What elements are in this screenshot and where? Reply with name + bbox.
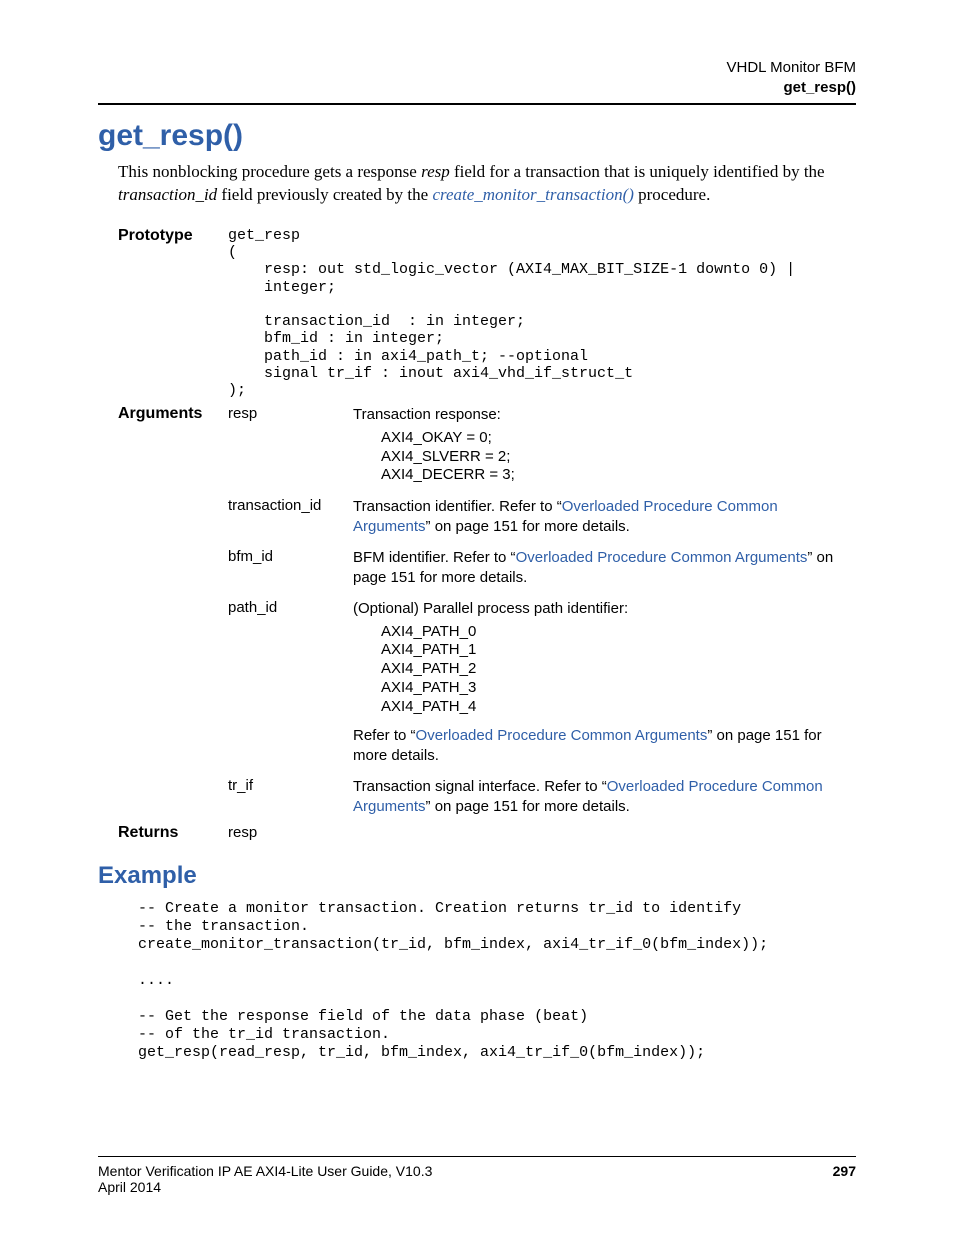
footer-rule	[98, 1156, 856, 1157]
prototype-label: Prototype	[118, 227, 228, 400]
footer-doc-title: Mentor Verification IP AE AXI4-Lite User…	[98, 1163, 432, 1179]
arg-path-id: path_id (Optional) Parallel process path…	[228, 599, 856, 765]
arguments-row: Arguments resp Transaction response: AXI…	[118, 405, 856, 816]
create-monitor-transaction-link[interactable]: create_monitor_transaction()	[432, 185, 633, 204]
page-number: 297	[833, 1163, 856, 1179]
prototype-code: get_resp ( resp: out std_logic_vector (A…	[228, 227, 795, 400]
arguments-label: Arguments	[118, 405, 228, 816]
arg-tr-if: tr_if Transaction signal interface. Refe…	[228, 777, 856, 816]
xref-link[interactable]: Overloaded Procedure Common Arguments	[416, 727, 708, 744]
intro-paragraph: This nonblocking procedure gets a respon…	[118, 161, 856, 207]
returns-row: Returns resp	[118, 824, 856, 842]
xref-link[interactable]: Overloaded Procedure Common Arguments	[516, 549, 808, 566]
page-footer: Mentor Verification IP AE AXI4-Lite User…	[98, 1156, 856, 1195]
footer-date: April 2014	[98, 1179, 856, 1195]
arg-bfm-id: bfm_id BFM identifier. Refer to “Overloa…	[228, 548, 856, 587]
running-header: VHDL Monitor BFM get_resp()	[98, 58, 856, 97]
arg-resp: resp Transaction response: AXI4_OKAY = 0…	[228, 405, 856, 485]
header-section: get_resp()	[98, 78, 856, 98]
page-title: get_resp()	[98, 119, 856, 153]
header-chapter: VHDL Monitor BFM	[98, 58, 856, 78]
example-code: -- Create a monitor transaction. Creatio…	[138, 900, 856, 1062]
returns-label: Returns	[118, 824, 228, 842]
returns-value: resp	[228, 824, 353, 842]
example-heading: Example	[98, 862, 856, 890]
prototype-row: Prototype get_resp ( resp: out std_logic…	[118, 227, 856, 400]
header-rule	[98, 103, 856, 105]
arg-transaction-id: transaction_id Transaction identifier. R…	[228, 497, 856, 536]
